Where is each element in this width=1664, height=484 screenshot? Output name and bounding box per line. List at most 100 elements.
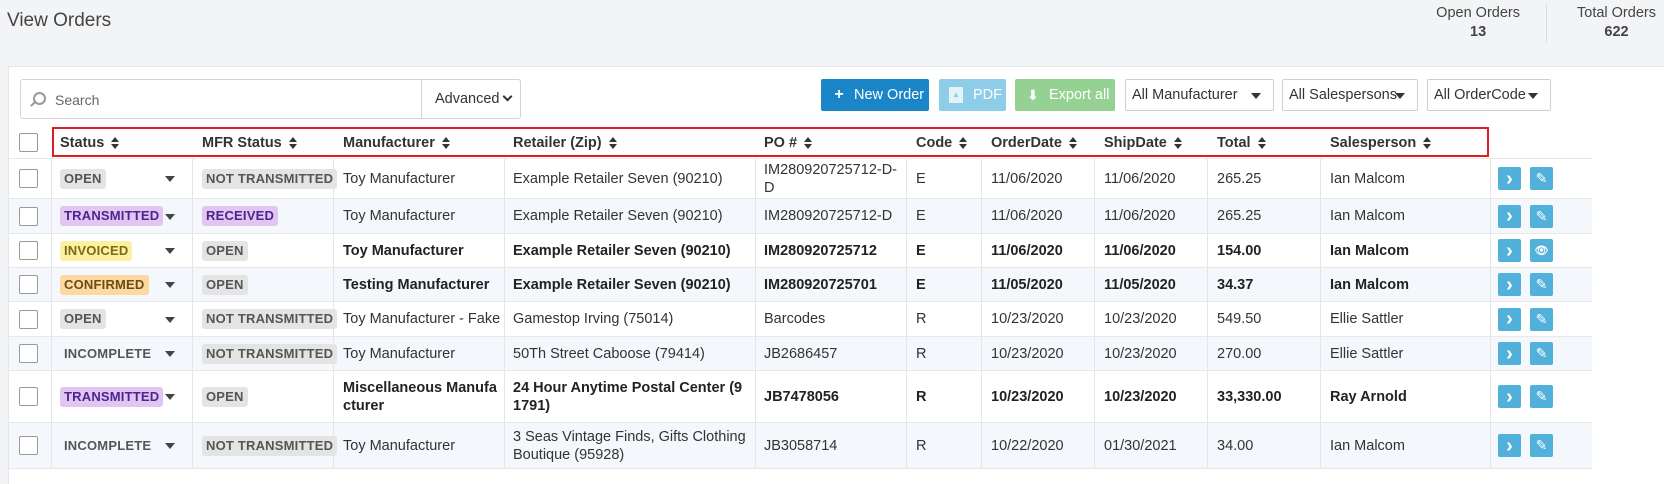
cell-status[interactable]: INVOICED (60, 234, 175, 267)
table-row[interactable]: INVOICED OPEN Toy Manufacturer Example Reta… (9, 234, 1592, 268)
sort-icon (288, 136, 299, 149)
row-checkbox[interactable] (19, 275, 38, 294)
new-order-button[interactable]: + New Order (821, 79, 929, 111)
cell-status[interactable]: OPEN (60, 302, 175, 336)
row-checkbox[interactable] (19, 344, 38, 363)
column-divider (504, 268, 505, 301)
column-divider (1094, 371, 1095, 422)
cell-status[interactable]: TRANSMITTED (60, 199, 175, 233)
cell-status[interactable]: INCOMPLETE (60, 423, 175, 468)
column-header-ship-date[interactable]: ShipDate (1104, 126, 1184, 159)
column-header-total[interactable]: Total (1217, 126, 1268, 159)
expand-row-button[interactable]: › (1498, 167, 1521, 190)
mfr-status-badge: OPEN (202, 240, 248, 261)
salesperson-filter-select[interactable]: All Salespersons (1282, 79, 1418, 111)
status-dropdown-icon[interactable] (165, 316, 175, 323)
table-row[interactable]: INCOMPLETE NOT TRANSMITTED Toy Manufacture… (9, 423, 1592, 469)
status-dropdown-icon[interactable] (165, 282, 175, 288)
table-row[interactable]: OPEN NOT TRANSMITTED Toy Manufacturer - Fa… (9, 302, 1592, 337)
expand-row-button[interactable]: › (1498, 434, 1521, 457)
column-divider (1207, 371, 1208, 422)
row-checkbox[interactable] (19, 241, 38, 260)
column-header-label: Code (916, 134, 953, 151)
pdf-button[interactable]: ▲ PDF (939, 79, 1006, 111)
cell-text: R (916, 388, 927, 405)
expand-row-button[interactable]: › (1498, 273, 1521, 296)
cell-text: E (916, 242, 926, 259)
edit-order-button[interactable]: ✎ (1530, 385, 1553, 408)
edit-icon: ✎ (1535, 207, 1548, 224)
view-order-button[interactable]: 👁 (1530, 239, 1553, 262)
select-all-checkbox[interactable] (19, 132, 38, 152)
cell-total: 549.50 (1217, 302, 1261, 336)
table-row[interactable]: TRANSMITTED RECEIVED Toy Manufacturer Examp… (9, 199, 1592, 234)
cell-status[interactable]: CONFIRMED (60, 268, 175, 301)
cell-text: 270.00 (1217, 345, 1262, 362)
edit-icon: ✎ (1535, 276, 1548, 292)
cell-text: 10/23/2020 (1104, 388, 1177, 405)
column-divider (1490, 423, 1491, 468)
column-header-label: Status (60, 134, 105, 151)
cell-manufacturer: Toy Manufacturer - Fake (343, 302, 500, 336)
row-checkbox[interactable] (19, 436, 38, 455)
row-select-cell (19, 234, 38, 267)
edit-order-button[interactable]: ✎ (1530, 342, 1553, 365)
export-all-button[interactable]: ⬇ Export all (1015, 79, 1115, 111)
column-divider (906, 302, 907, 336)
column-header-order-date[interactable]: OrderDate (991, 126, 1079, 159)
cell-order-date: 11/06/2020 (991, 234, 1063, 267)
status-dropdown-icon[interactable] (165, 443, 175, 449)
status-dropdown-icon[interactable] (165, 213, 175, 220)
column-header-salesperson[interactable]: Salesperson (1330, 126, 1433, 159)
expand-row-button[interactable]: › (1498, 385, 1521, 408)
cell-salesperson: Ray Arnold (1330, 371, 1407, 422)
cell-status[interactable]: TRANSMITTED (60, 371, 175, 422)
table-row[interactable]: OPEN NOT TRANSMITTED Toy Manufacturer Examp… (9, 159, 1592, 199)
cell-text: 10/23/2020 (991, 345, 1064, 362)
edit-order-button[interactable]: ✎ (1530, 167, 1553, 190)
cell-order-date: 10/23/2020 (991, 302, 1064, 336)
edit-order-button[interactable]: ✎ (1530, 307, 1553, 331)
row-checkbox[interactable] (19, 206, 38, 226)
expand-row-button[interactable]: › (1498, 342, 1521, 365)
column-divider (1320, 302, 1321, 336)
expand-row-button[interactable]: › (1498, 307, 1521, 331)
cell-text: 154.00 (1217, 242, 1262, 259)
cell-total: 34.37 (1217, 268, 1253, 301)
manufacturer-filter-select[interactable]: All Manufacturer (1125, 79, 1274, 111)
status-dropdown-icon[interactable] (165, 394, 175, 400)
orders-panel: Advanced + New Order ▲ PDF ⬇ Export all … (8, 66, 1664, 484)
table-row[interactable]: CONFIRMED OPEN Testing Manufacturer Example… (9, 268, 1592, 302)
ordercode-filter-select[interactable]: All OrderCode (1427, 79, 1551, 111)
row-checkbox[interactable] (19, 309, 38, 329)
table-row[interactable]: TRANSMITTED OPEN Miscellaneous Manufacture… (9, 371, 1592, 423)
column-header-po[interactable]: PO # (764, 126, 814, 159)
column-header-mfr-status[interactable]: MFR Status (202, 126, 299, 159)
column-header-status[interactable]: Status (60, 126, 121, 159)
expand-row-button[interactable]: › (1498, 239, 1521, 262)
column-header-code[interactable]: Code (916, 126, 969, 159)
export-label: Export all (1049, 87, 1110, 103)
advanced-search-button[interactable]: Advanced (421, 79, 521, 119)
cell-status[interactable]: OPEN (60, 159, 175, 198)
status-dropdown-icon[interactable] (165, 351, 175, 357)
table-row[interactable]: INCOMPLETE NOT TRANSMITTED Toy Manufacture… (9, 337, 1592, 371)
column-header-manufacturer[interactable]: Manufacturer (343, 126, 452, 159)
chevron-right-icon: › (1506, 308, 1513, 330)
column-header-retailer[interactable]: Retailer (Zip) (513, 126, 619, 159)
row-checkbox[interactable] (19, 169, 38, 188)
cell-status[interactable]: INCOMPLETE (60, 337, 175, 370)
expand-row-button[interactable]: › (1498, 204, 1521, 228)
status-dropdown-icon[interactable] (165, 176, 175, 182)
sort-icon (959, 136, 969, 149)
column-divider (1320, 371, 1321, 422)
cell-order-date: 11/06/2020 (991, 199, 1063, 233)
column-divider (981, 302, 982, 336)
edit-order-button[interactable]: ✎ (1530, 204, 1553, 228)
edit-order-button[interactable]: ✎ (1530, 273, 1553, 296)
search-input[interactable] (55, 89, 415, 111)
row-checkbox[interactable] (19, 387, 38, 406)
cell-retailer: 50Th Street Caboose (79414) (513, 337, 705, 370)
status-dropdown-icon[interactable] (165, 248, 175, 254)
edit-order-button[interactable]: ✎ (1530, 434, 1553, 457)
